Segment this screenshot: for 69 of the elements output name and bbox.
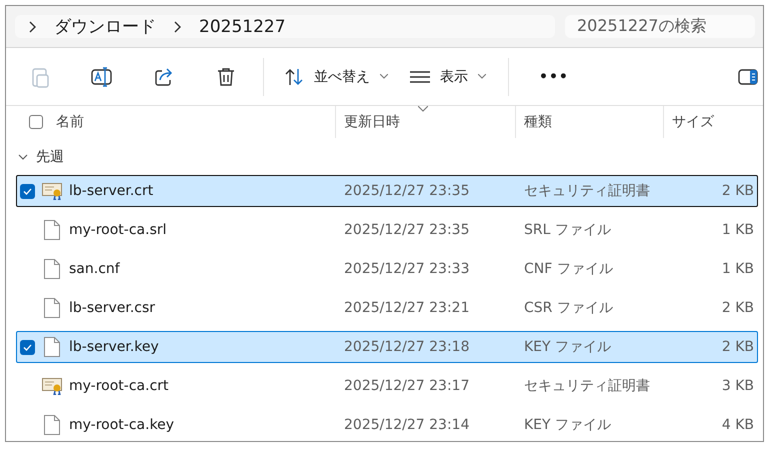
trash-icon[interactable]: [217, 66, 235, 86]
modified-date: 2025/12/27 23:35: [343, 183, 470, 199]
search-placeholder: 20251227の検索: [577, 16, 706, 37]
group-header[interactable]: 先週: [16, 138, 758, 175]
file-icon: [44, 415, 60, 435]
modified-date: 2025/12/27 23:35: [343, 222, 470, 238]
file-type: KEY ファイル: [523, 416, 612, 434]
rename-icon[interactable]: [91, 66, 113, 86]
file-name: lb-server.csr: [69, 300, 156, 316]
file-icon: [44, 337, 60, 357]
column-header[interactable]: サイズ: [663, 106, 757, 138]
file-row[interactable]: my-root-ca.crt 2025/12/27 23:17 セキュリティ証明書 3 KB: [16, 370, 758, 402]
modified-date: 2025/12/27 23:17: [343, 378, 470, 394]
file-row[interactable]: my-root-ca.key 2025/12/27 23:14 KEY ファイル 4 KB: [16, 409, 758, 441]
file-type: CSR ファイル: [523, 299, 614, 317]
column-header[interactable]: 種類: [515, 106, 663, 138]
file-name: my-root-ca.srl: [69, 222, 167, 238]
file-type: SRL ファイル: [523, 221, 612, 239]
file-size: 3 KB: [720, 378, 755, 394]
modified-date: 2025/12/27 23:14: [343, 417, 470, 433]
column-header[interactable]: 更新日時: [335, 106, 515, 138]
file-row[interactable]: lb-server.key 2025/12/27 23:18 KEY ファイル 2 KB: [16, 331, 758, 363]
certificate-icon: [42, 182, 62, 200]
breadcrumb-item[interactable]: ダウンロード: [54, 15, 156, 38]
file-name: my-root-ca.key: [69, 417, 174, 433]
file-name: lb-server.key: [69, 339, 159, 355]
share-icon[interactable]: [154, 66, 174, 86]
modified-date: 2025/12/27 23:18: [343, 339, 470, 355]
modified-date: 2025/12/27 23:33: [343, 261, 470, 277]
certificate-icon: [42, 377, 62, 395]
more-button[interactable]: •••: [533, 64, 575, 88]
select-all-checkbox[interactable]: [29, 115, 43, 129]
checkbox[interactable]: [20, 340, 35, 354]
breadcrumb-item[interactable]: 20251227: [199, 16, 286, 36]
file-type: セキュリティ証明書: [523, 377, 651, 395]
file-icon: [44, 298, 60, 318]
file-size: 1 KB: [720, 222, 755, 238]
chevron-down-icon: [478, 74, 486, 79]
file-size: 1 KB: [720, 261, 755, 277]
file-icon: [44, 259, 60, 279]
checkbox[interactable]: [20, 184, 35, 198]
file-name: my-root-ca.crt: [69, 378, 169, 394]
details-pane-icon[interactable]: [738, 68, 758, 84]
modified-date: 2025/12/27 23:21: [343, 300, 470, 316]
column-header[interactable]: 名前: [56, 106, 335, 138]
search-field[interactable]: 20251227の検索: [565, 15, 755, 38]
file-row[interactable]: my-root-ca.srl 2025/12/27 23:35 SRL ファイル 1 KB: [16, 214, 758, 246]
file-type: セキュリティ証明書: [523, 182, 651, 200]
file-icon: [44, 220, 60, 240]
file-size: 2 KB: [720, 339, 755, 355]
group-label: 先週: [36, 148, 64, 166]
file-size: 2 KB: [720, 300, 755, 316]
file-name: lb-server.crt: [69, 183, 154, 199]
chevron-down-icon: [380, 74, 388, 79]
file-row[interactable]: lb-server.csr 2025/12/27 23:21 CSR ファイル 2 KB: [16, 292, 758, 324]
file-size: 4 KB: [720, 417, 755, 433]
file-name: san.cnf: [69, 261, 120, 277]
list-view-icon: [410, 70, 430, 84]
file-row[interactable]: lb-server.crt 2025/12/27 23:35 セキュリティ証明書 2 KB: [16, 175, 758, 207]
chevron-right-icon[interactable]: [174, 20, 181, 32]
sort-icon: [284, 68, 304, 86]
file-type: CNF ファイル: [523, 260, 614, 278]
chevron-right-icon[interactable]: [29, 20, 36, 32]
view-button[interactable]: 表示: [404, 64, 492, 90]
file-type: KEY ファイル: [523, 338, 612, 356]
sort-button[interactable]: 並べ替え: [278, 64, 394, 90]
file-size: 2 KB: [720, 183, 755, 199]
chevron-down-icon[interactable]: [18, 152, 28, 162]
file-row[interactable]: san.cnf 2025/12/27 23:33 CNF ファイル 1 KB: [16, 253, 758, 285]
